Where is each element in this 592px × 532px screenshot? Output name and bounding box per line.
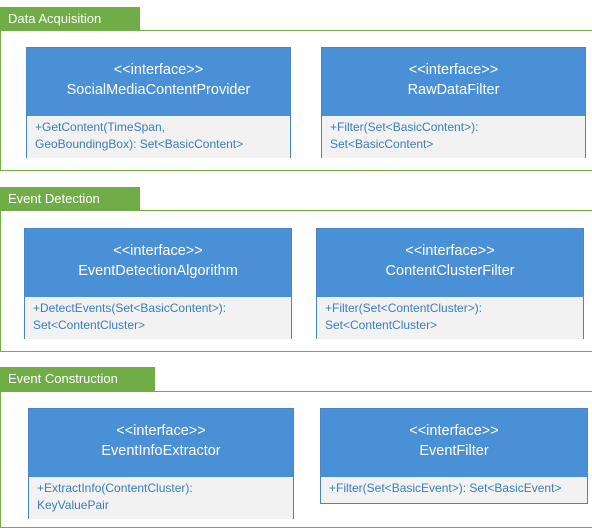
interface-header: <<interface>> SocialMediaContentProvider: [27, 48, 290, 116]
interface-name: SocialMediaContentProvider: [66, 82, 251, 98]
interface-methods: +DetectEvents(Set<BasicContent>): Set<Co…: [25, 297, 291, 339]
method-line: Set<ContentCluster>: [325, 318, 438, 332]
package-tab-data-acquisition: Data Acquisition: [0, 7, 140, 31]
interface-header: <<interface>> ContentClusterFilter: [317, 229, 583, 297]
interface-name: EventInfoExtractor: [101, 443, 221, 459]
interface-methods: +Filter(Set<BasicContent>): Set<BasicCon…: [322, 116, 585, 158]
interface-methods: +ExtractInfo(ContentCluster): KeyValuePa…: [29, 477, 293, 519]
interface-stereotype: <<interface>>: [116, 423, 206, 439]
interface-stereotype: <<interface>>: [405, 243, 495, 259]
interface-header: <<interface>> EventFilter: [321, 409, 587, 477]
method-line: +Filter(Set<BasicEvent>): Set<BasicEvent…: [329, 481, 562, 495]
interface-header: <<interface>> RawDataFilter: [322, 48, 585, 116]
interface-event-info-extractor: <<interface>> EventInfoExtractor +Extrac…: [28, 408, 294, 519]
method-line: +DetectEvents(Set<BasicContent>):: [33, 301, 227, 315]
method-line: KeyValuePair: [37, 498, 109, 512]
interface-stereotype: <<interface>>: [408, 62, 499, 78]
method-line: Set<ContentCluster>: [33, 318, 146, 332]
interface-stereotype: <<interface>>: [113, 243, 203, 259]
interface-name: ContentClusterFilter: [385, 263, 515, 279]
interface-event-detection-algorithm: <<interface>> EventDetectionAlgorithm +D…: [24, 228, 292, 339]
interface-raw-data-filter: <<interface>> RawDataFilter +Filter(Set<…: [321, 47, 586, 158]
interface-header: <<interface>> EventDetectionAlgorithm: [25, 229, 291, 297]
interface-methods: +Filter(Set<ContentCluster>): Set<Conten…: [317, 297, 583, 339]
interface-name: EventFilter: [419, 443, 489, 459]
method-line: +ExtractInfo(ContentCluster):: [37, 481, 193, 495]
interface-name: EventDetectionAlgorithm: [78, 263, 238, 279]
method-line: +Filter(Set<ContentCluster>):: [325, 301, 483, 315]
method-line: +Filter(Set<BasicContent>):: [330, 120, 479, 134]
method-line: +GetContent(TimeSpan,: [35, 120, 165, 134]
method-line: Set<BasicContent>: [330, 137, 434, 151]
interface-social-media-content-provider: <<interface>> SocialMediaContentProvider…: [26, 47, 291, 158]
interface-stereotype: <<interface>>: [113, 62, 204, 78]
interface-header: <<interface>> EventInfoExtractor: [29, 409, 293, 477]
interface-content-cluster-filter: <<interface>> ContentClusterFilter +Filt…: [316, 228, 584, 339]
package-tab-event-detection: Event Detection: [0, 187, 140, 211]
method-line: GeoBoundingBox): Set<BasicContent>: [35, 137, 244, 151]
interface-methods: +Filter(Set<BasicEvent>): Set<BasicEvent…: [321, 477, 587, 503]
interface-methods: +GetContent(TimeSpan, GeoBoundingBox): S…: [27, 116, 290, 158]
interface-event-filter: <<interface>> EventFilter +Filter(Set<Ba…: [320, 408, 588, 504]
interface-name: RawDataFilter: [407, 82, 500, 98]
package-tab-event-construction: Event Construction: [0, 367, 155, 391]
interface-stereotype: <<interface>>: [409, 423, 499, 439]
